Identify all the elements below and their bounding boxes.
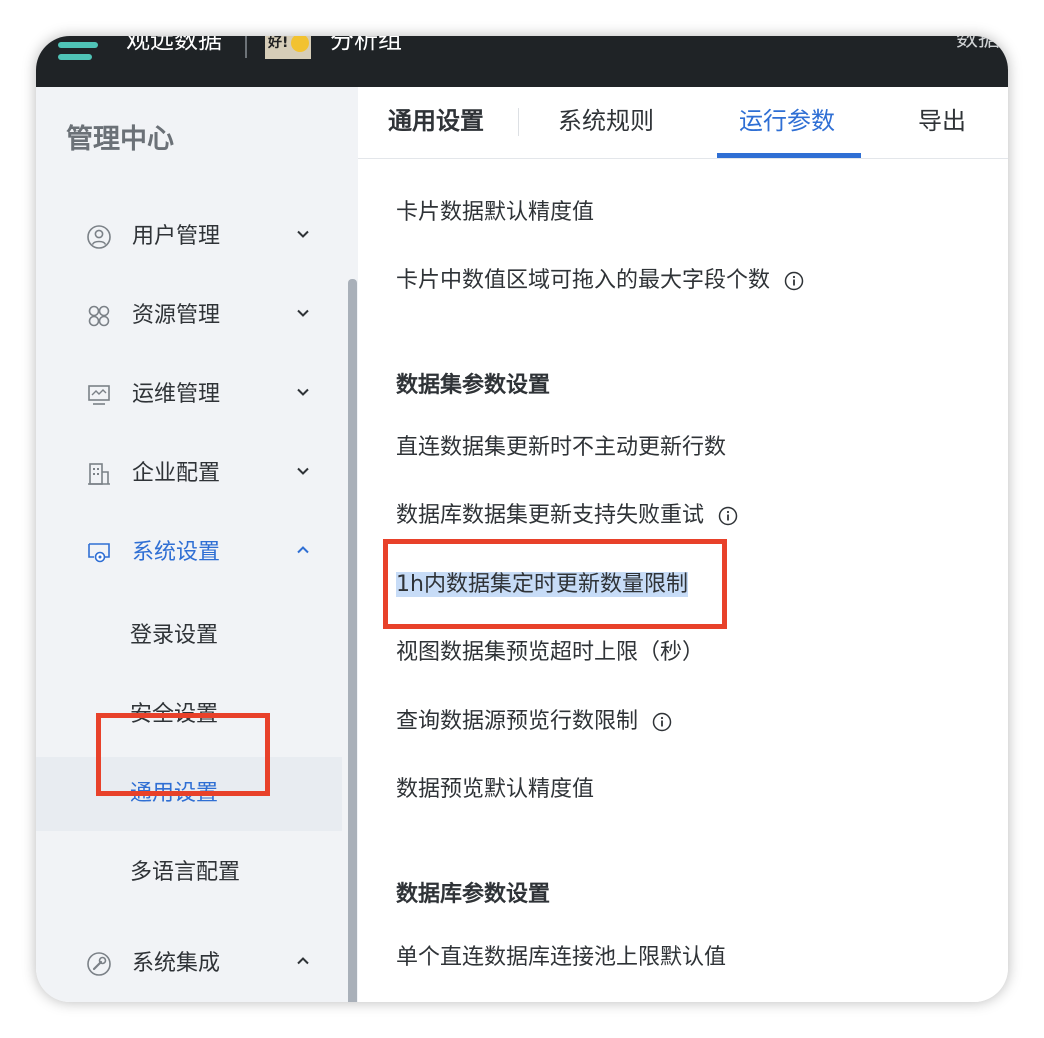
top-bar: 观远数据 好! 分析组 数据 <box>36 36 1008 87</box>
setting-label: 查询数据源预览行数限制 <box>396 709 639 734</box>
grid-icon <box>88 305 110 327</box>
annotation-box-subitem <box>96 713 270 796</box>
section-label: 数据集参数设置 <box>396 373 551 398</box>
sidebar-title: 管理中心 <box>66 124 174 155</box>
app-title: 观远数据 <box>126 36 222 54</box>
tab-divider <box>518 108 519 136</box>
chevron-up-icon <box>297 546 309 554</box>
sidebar-item-label: 企业配置 <box>132 461 221 486</box>
annotation-box-setting <box>383 539 727 629</box>
sidebar-item-resource-management[interactable]: 资源管理 <box>36 290 358 342</box>
info-icon[interactable] <box>652 712 672 732</box>
menu-icon[interactable] <box>58 36 104 60</box>
chevron-down-icon <box>297 467 309 475</box>
integration-icon <box>87 952 111 976</box>
app-window: 观远数据 好! 分析组 数据 管理中心 用户管理 资源管理 运维管理 企业配置 … <box>36 36 1008 1002</box>
tab-general-settings[interactable]: 通用设置 <box>388 104 484 138</box>
monitor-icon <box>88 385 110 405</box>
chevron-down-icon <box>297 309 309 317</box>
setting-row: 卡片数据默认精度值 <box>396 197 594 229</box>
setting-row: 数据库数据集更新支持失败重试 <box>396 500 738 532</box>
setting-row: 查询数据源预览行数限制 <box>396 706 672 738</box>
sidebar-item-label: 资源管理 <box>132 303 221 328</box>
setting-label: 直连数据集更新时不主动更新行数 <box>396 435 727 460</box>
tab-export[interactable]: 导出 <box>918 104 966 138</box>
setting-label: 卡片中数值区域可拖入的最大字段个数 <box>396 268 771 293</box>
setting-label: 卡片数据默认精度值 <box>396 200 595 225</box>
avatar[interactable]: 好! <box>265 36 311 59</box>
setting-label: 视图数据集预览超时上限（秒） <box>396 640 705 665</box>
emoji-icon <box>291 36 309 52</box>
divider <box>245 36 247 58</box>
sidebar-scrollbar[interactable] <box>348 279 357 1002</box>
top-right-label[interactable]: 数据 <box>956 36 1000 54</box>
sidebar-item-system-settings[interactable]: 系统设置 <box>36 527 358 579</box>
settings-icon <box>88 543 110 563</box>
chevron-down-icon <box>297 230 309 238</box>
setting-row: 视图数据集预览超时上限（秒） <box>396 637 704 669</box>
building-icon <box>88 463 110 485</box>
avatar-text: 好! <box>268 36 289 51</box>
chevron-up-icon <box>297 957 309 965</box>
sidebar-item-label: 系统设置 <box>132 540 221 565</box>
section-label: 数据库参数设置 <box>396 882 551 907</box>
setting-row: 卡片中数值区域可拖入的最大字段个数 <box>396 265 804 297</box>
chevron-down-icon <box>297 388 309 396</box>
sidebar-item-label: 系统集成 <box>132 951 221 976</box>
active-tab-indicator <box>717 153 861 158</box>
sidebar-item-label: 运维管理 <box>132 382 221 407</box>
sidebar-item-user-management[interactable]: 用户管理 <box>36 211 358 263</box>
sidebar-item-system-integration[interactable]: 系统集成 <box>36 938 358 990</box>
setting-label: 数据库数据集更新支持失败重试 <box>396 503 705 528</box>
setting-row: 直连数据集更新时不主动更新行数 <box>396 432 726 464</box>
tab-bar: 通用设置 系统规则 运行参数 导出 <box>358 87 1008 159</box>
sidebar-subitem-language-config[interactable]: 多语言配置 <box>36 836 342 910</box>
section-title: 数据库参数设置 <box>396 879 550 911</box>
setting-row: 单个直连数据库连接池上限默认值 <box>396 942 726 974</box>
tab-runtime-params[interactable]: 运行参数 <box>739 104 835 138</box>
tab-system-rules[interactable]: 系统规则 <box>558 104 654 138</box>
sidebar-item-enterprise-config[interactable]: 企业配置 <box>36 448 358 500</box>
sidebar-item-ops-management[interactable]: 运维管理 <box>36 369 358 421</box>
user-icon <box>87 225 111 249</box>
sidebar-item-label: 用户管理 <box>132 224 221 249</box>
info-icon[interactable] <box>718 506 738 526</box>
setting-row: 数据预览默认精度值 <box>396 774 594 806</box>
sidebar-subitem-login-settings[interactable]: 登录设置 <box>36 599 342 673</box>
setting-label: 单个直连数据库连接池上限默认值 <box>396 945 727 970</box>
section-title: 数据集参数设置 <box>396 370 550 402</box>
group-name[interactable]: 分析组 <box>330 36 402 54</box>
sidebar: 管理中心 用户管理 资源管理 运维管理 企业配置 系统设置 登录设置 安全设置 … <box>36 87 358 1002</box>
info-icon[interactable] <box>784 271 804 291</box>
sidebar-subitem-label: 多语言配置 <box>130 860 241 885</box>
setting-label: 数据预览默认精度值 <box>396 777 595 802</box>
sidebar-subitem-label: 登录设置 <box>130 623 219 648</box>
